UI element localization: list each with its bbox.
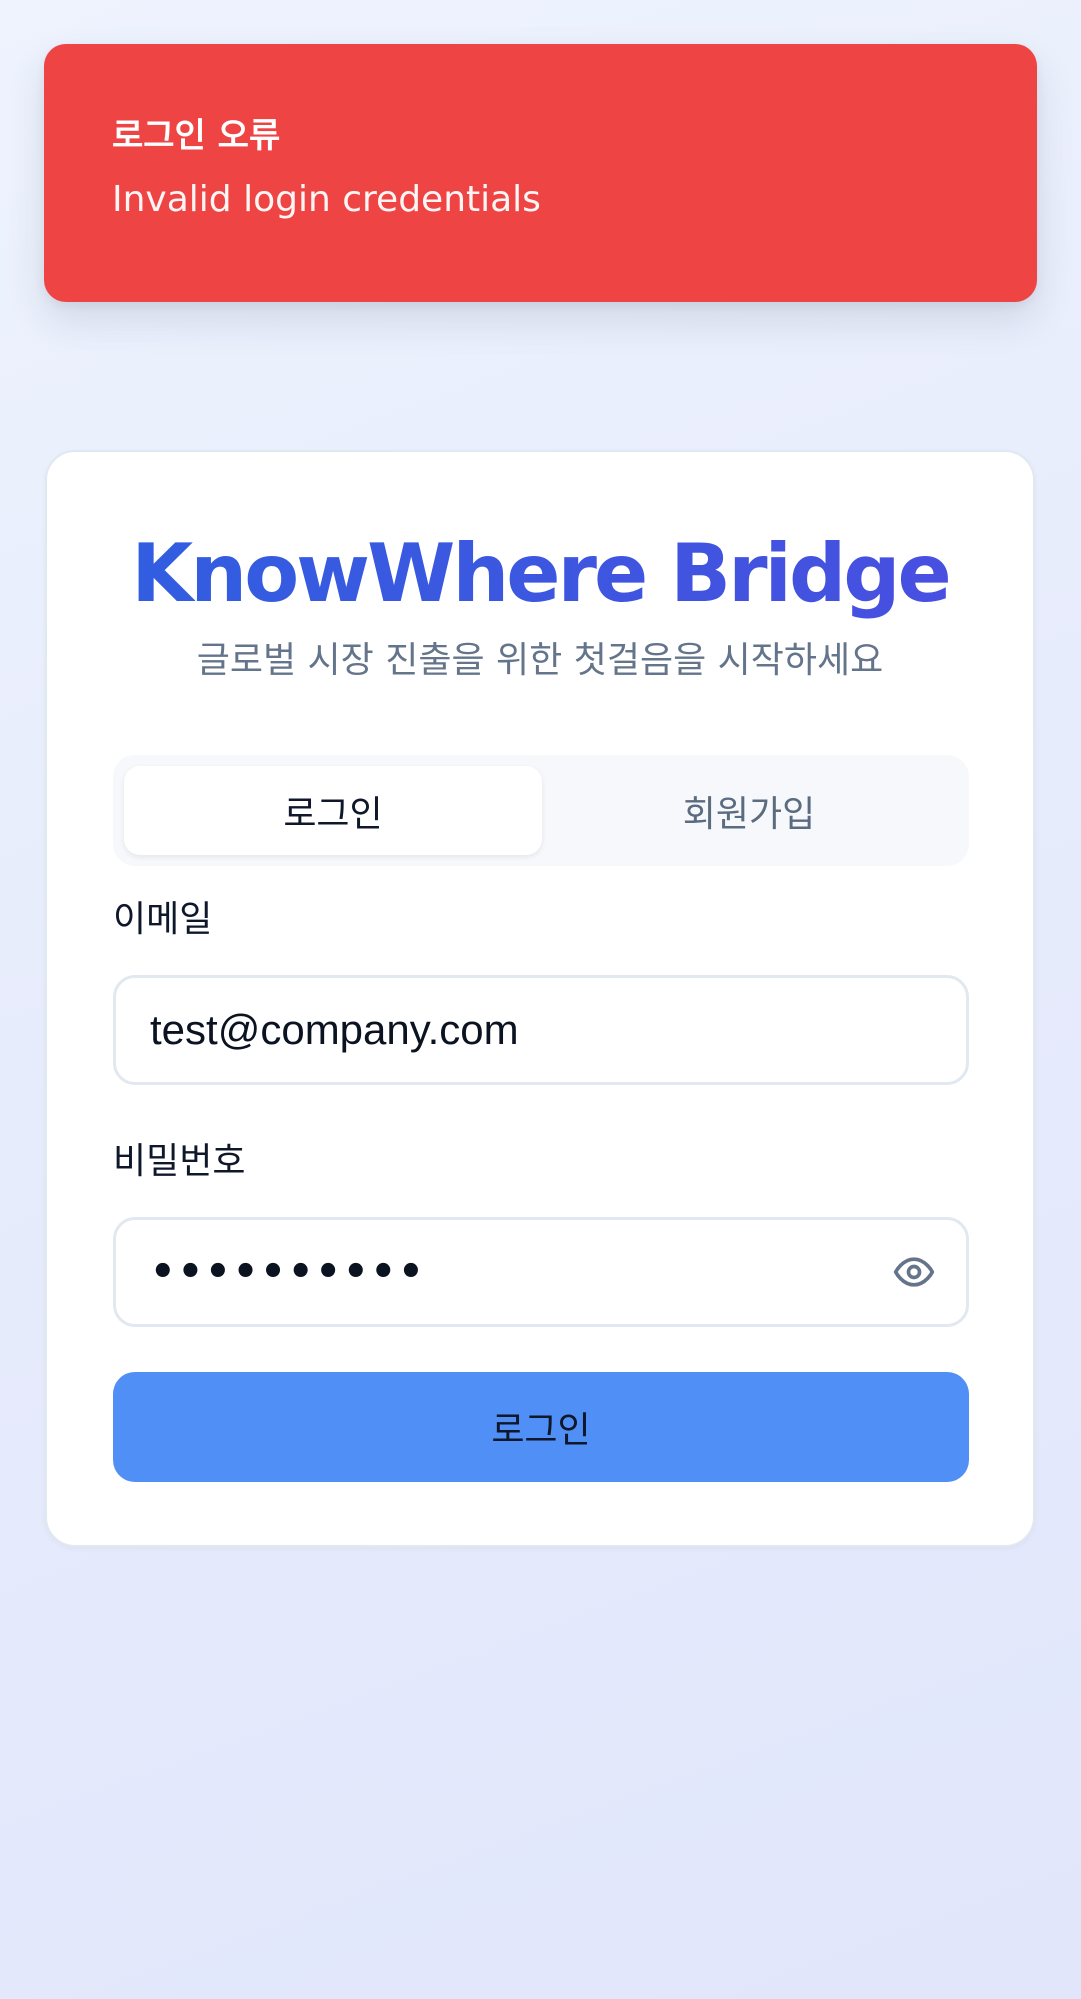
tab-login[interactable]: 로그인 [124,766,542,855]
brand-title: KnowWhere Bridge [47,524,1033,624]
toast-title: 로그인 오류 [112,116,281,156]
email-label: 이메일 [113,899,213,940]
password-field[interactable]: •••••••••• [113,1217,969,1327]
tab-signup[interactable]: 회원가입 [540,766,958,855]
toast-message: Invalid login credentials [112,179,541,220]
email-value: test@company.com [150,1006,519,1053]
password-value: •••••••••• [150,1249,426,1295]
login-card: KnowWhere Bridge 글로벌 시장 진출을 위한 첫걸음을 시작하세… [45,450,1035,1547]
error-toast: 로그인 오류 Invalid login credentials [44,44,1037,302]
email-field[interactable]: test@company.com [113,975,969,1085]
password-label: 비밀번호 [113,1141,246,1182]
login-button[interactable]: 로그인 [113,1372,969,1482]
eye-icon[interactable] [890,1248,938,1296]
auth-tabs: 로그인 회원가입 [113,755,969,866]
brand-subtitle: 글로벌 시장 진출을 위한 첫걸음을 시작하세요 [196,640,884,681]
